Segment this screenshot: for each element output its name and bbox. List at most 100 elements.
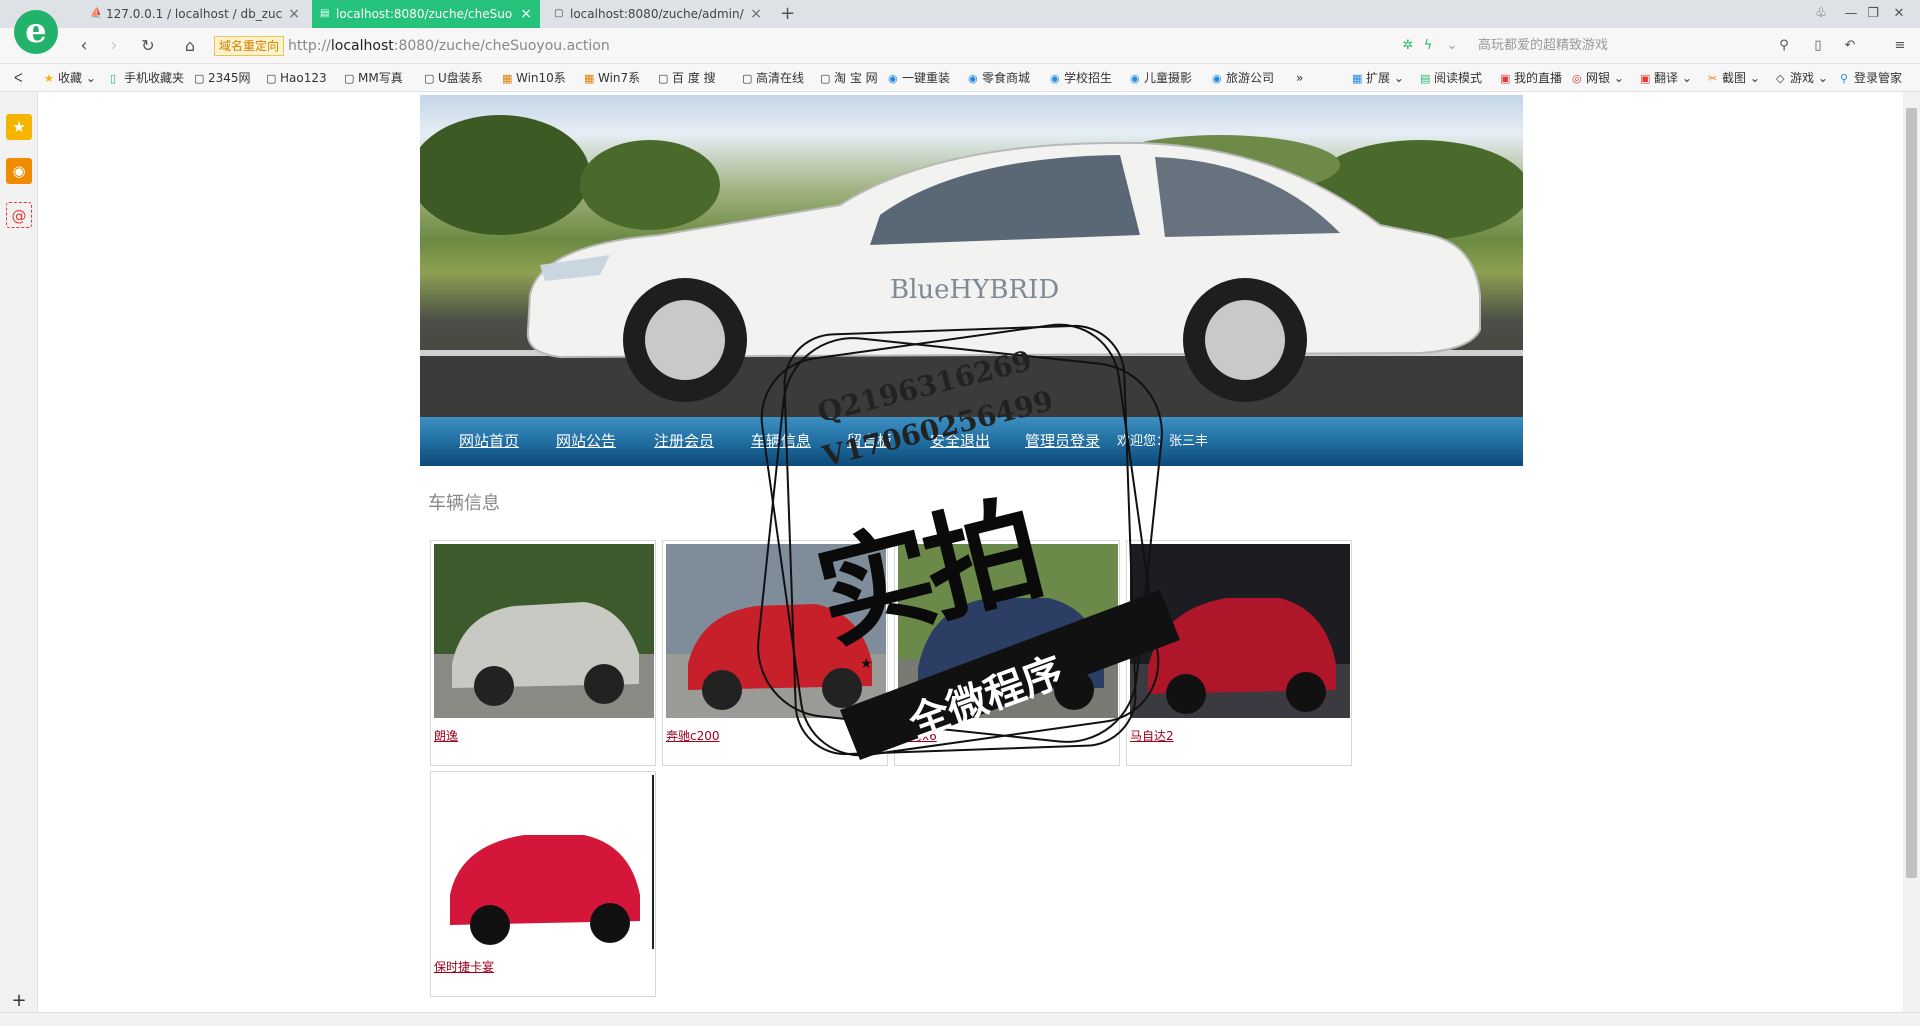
bookmarks-more[interactable]: » — [1296, 64, 1303, 92]
minimize-icon[interactable]: — — [1840, 0, 1862, 28]
scrollbar-thumb[interactable] — [1906, 108, 1917, 878]
car-thumbnail[interactable] — [434, 775, 654, 949]
tool-translate[interactable]: ▣ 翻译 ⌄ — [1640, 64, 1692, 92]
tool-login[interactable]: ⚲ 登录管家 — [1840, 64, 1902, 92]
car-thumbnail[interactable] — [434, 544, 654, 718]
bookmark-favorites[interactable]: ★ 收藏 ⌄ — [44, 64, 96, 92]
tool-screenshot[interactable]: ✂ 截图 ⌄ — [1708, 64, 1760, 92]
tab-chesuoyou[interactable]: ▤ localhost:8080/zuche/cheSuo × — [312, 0, 540, 28]
bookmark-item[interactable]: ◉ 旅游公司 — [1212, 64, 1274, 92]
left-sidebar: ★ ◉ @ + — [0, 92, 38, 1026]
back-icon[interactable]: ‹ — [72, 28, 96, 64]
car-card[interactable]: 保时捷卡宴 — [430, 771, 656, 997]
bookmark-item[interactable]: ▢ U盘装系 — [424, 64, 483, 92]
refresh-icon[interactable]: ↻ — [136, 28, 160, 64]
tool-bank[interactable]: ◎ 网银 ⌄ — [1572, 64, 1624, 92]
puzzle-icon: ▦ — [1352, 72, 1363, 85]
close-icon[interactable]: × — [750, 0, 762, 28]
bookmark-item[interactable]: ▢ 淘 宝 网 — [820, 64, 878, 92]
security-icon[interactable]: ✲ — [1398, 28, 1418, 64]
car-card[interactable]: 宝马x6 — [894, 540, 1120, 766]
sidebar-toggle-icon[interactable]: ᐸ — [14, 64, 23, 92]
bookmark-item[interactable]: ◉ 零食商城 — [968, 64, 1030, 92]
tool-live[interactable]: ▣ 我的直播 — [1500, 64, 1562, 92]
new-tab-button[interactable]: + — [780, 0, 795, 28]
translate-icon: ▣ — [1640, 72, 1651, 85]
skin-icon[interactable]: ♧ — [1810, 0, 1832, 28]
tab-admin[interactable]: ▢ localhost:8080/zuche/admin/ × — [546, 0, 770, 28]
welcome-text: 欢迎您：张三丰 — [1117, 434, 1209, 449]
bookmark-item[interactable]: ◉ 儿童摄影 — [1130, 64, 1192, 92]
tab-phpmyadmin[interactable]: ⛵ 127.0.0.1 / localhost / db_zuc × — [82, 0, 308, 28]
status-bar — [0, 1012, 1920, 1026]
car-thumbnail[interactable] — [898, 544, 1118, 718]
close-icon[interactable]: × — [520, 0, 532, 28]
bookmark-item[interactable]: ◉ 学校招生 — [1050, 64, 1112, 92]
email-icon[interactable]: @ — [6, 202, 32, 228]
bookmark-item[interactable]: ▢ MM写真 — [344, 64, 403, 92]
weibo-icon[interactable]: ◉ — [6, 158, 32, 184]
address-bar: ‹ › ↻ ⌂ 域名重定向 http://localhost:8080/zuch… — [0, 28, 1920, 64]
windows-icon: ▦ — [584, 72, 595, 85]
bookmark-item[interactable]: ▢ 百 度 搜 — [658, 64, 716, 92]
tab-label: localhost:8080/zuche/admin/ — [570, 7, 744, 21]
bookmark-icon[interactable]: ▯ — [1808, 28, 1828, 64]
car-card[interactable]: 马自达2 — [1126, 540, 1352, 766]
car-card[interactable]: 奔驰c200 — [662, 540, 888, 766]
search-icon[interactable]: ⚲ — [1774, 28, 1794, 64]
car-thumbnail[interactable] — [1130, 544, 1350, 718]
bookmarks-bar: ᐸ ★ 收藏 ⌄ ▯ 手机收藏夹 ▢ 2345网 ▢ Hao123 ▢ MM写真 ▢ U盘装… — [0, 64, 1920, 92]
bookmark-item[interactable]: ▢ Hao123 — [266, 64, 327, 92]
url-field[interactable]: http://localhost:8080/zuche/cheSuoyou.ac… — [288, 28, 610, 64]
restore-icon[interactable]: ❐ — [1862, 0, 1884, 28]
travel-icon: ◉ — [1212, 72, 1222, 85]
tab-bar: ⛵ 127.0.0.1 / localhost / db_zuc × ▤ loc… — [0, 0, 1920, 28]
menu-logout[interactable]: 安全退出 — [930, 417, 990, 466]
bookmark-item[interactable]: ▦ Win10系 — [502, 64, 566, 92]
page-icon: ▢ — [820, 72, 831, 85]
tool-extensions[interactable]: ▦ 扩展 ⌄ — [1352, 64, 1404, 92]
bank-icon: ◎ — [1572, 72, 1582, 85]
bookmark-item[interactable]: ▢ 2345网 — [194, 64, 251, 92]
page-icon: ▢ — [266, 72, 277, 85]
car-name-link[interactable]: 马自达2 — [1130, 727, 1174, 744]
bookmark-item[interactable]: ◉ 一键重装 — [888, 64, 950, 92]
lightning-icon[interactable]: ϟ — [1418, 28, 1438, 64]
close-icon[interactable]: × — [288, 0, 300, 28]
star-icon[interactable]: ★ — [6, 114, 32, 140]
menu-icon[interactable]: ≡ — [1890, 28, 1910, 64]
book-icon: ▤ — [1420, 72, 1431, 85]
car-thumbnail[interactable] — [666, 544, 886, 718]
menu-notice[interactable]: 网站公告 — [556, 417, 616, 466]
close-window-icon[interactable]: ✕ — [1888, 0, 1910, 28]
windows-icon: ▦ — [502, 72, 513, 85]
page-icon: ▢ — [554, 8, 564, 19]
bookmark-item[interactable]: ▯ 手机收藏夹 — [110, 64, 184, 92]
home-icon[interactable]: ⌂ — [178, 28, 202, 64]
car-name-link[interactable]: 宝马x6 — [898, 727, 937, 744]
tool-games[interactable]: ◇ 游戏 ⌄ — [1776, 64, 1828, 92]
bookmark-item[interactable]: ▦ Win7系 — [584, 64, 640, 92]
school-icon: ◉ — [1050, 72, 1060, 85]
search-input[interactable]: 高玩都爱的超精致游戏 — [1470, 28, 1790, 64]
car-name-link[interactable]: 保时捷卡宴 — [434, 958, 494, 975]
phone-icon: ▯ — [110, 72, 117, 85]
car-card[interactable]: 朗逸 — [430, 540, 656, 766]
menu-register[interactable]: 注册会员 — [654, 417, 714, 466]
menu-admin-login[interactable]: 管理员登录 — [1025, 417, 1100, 466]
shop-icon: ◉ — [968, 72, 978, 85]
menu-home[interactable]: 网站首页 — [459, 417, 519, 466]
tool-reader[interactable]: ▤ 阅读模式 — [1420, 64, 1482, 92]
car-name-link[interactable]: 朗逸 — [434, 727, 458, 744]
camera-icon: ◉ — [1130, 72, 1140, 85]
undo-icon[interactable]: ↶ — [1840, 28, 1860, 64]
forward-icon[interactable]: › — [102, 28, 126, 64]
redirect-badge[interactable]: 域名重定向 — [214, 36, 285, 56]
add-icon[interactable]: + — [6, 988, 32, 1014]
scissors-icon: ✂ — [1708, 72, 1718, 85]
menu-guestbook[interactable]: 留言板 — [847, 417, 892, 466]
menu-vehicles[interactable]: 车辆信息 — [751, 417, 811, 466]
chevron-down-icon[interactable]: ⌄ — [1442, 28, 1462, 64]
car-name-link[interactable]: 奔驰c200 — [666, 727, 720, 744]
bookmark-item[interactable]: ▢ 高清在线 — [742, 64, 804, 92]
